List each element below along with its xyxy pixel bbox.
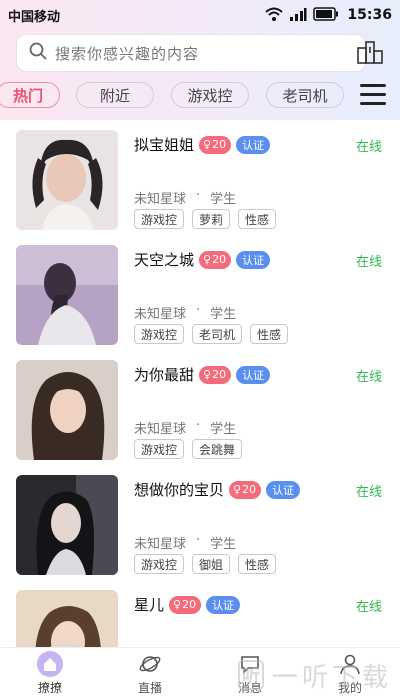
age-badge: ♀ 20: [169, 595, 202, 614]
age-value: 20: [212, 253, 227, 266]
female-icon: ♀: [173, 598, 182, 611]
age-value: 20: [212, 138, 227, 151]
female-icon: ♀: [203, 368, 212, 381]
verified-badge: 认证: [236, 250, 271, 269]
carrier-name: 中国移动: [8, 9, 61, 25]
menu-icon-line: [360, 93, 386, 96]
planet-icon: [137, 651, 163, 677]
interest-tag: 萝莉: [192, 209, 231, 229]
menu-button[interactable]: [360, 84, 386, 108]
age-badge: ♀ 20: [199, 365, 232, 384]
list-item[interactable]: 拟宝姐姐 ♀ 20 认证 在线 未知星球 · 学生 游戏控 萝莉 性感: [0, 130, 400, 234]
verified-badge: 认证: [206, 595, 241, 614]
interest-tag: 游戏控: [134, 439, 185, 459]
signal-icon: [289, 6, 307, 25]
location: 未知星球: [134, 537, 187, 552]
search-row: 搜索你感兴趣的内容: [0, 34, 400, 74]
avatar[interactable]: [16, 475, 118, 575]
meta-separator: ·: [196, 418, 201, 433]
meta-separator: ·: [196, 533, 201, 548]
interest-tag: 老司机: [192, 324, 243, 344]
list-item[interactable]: 星儿 ♀ 20 认证 在线: [0, 590, 400, 648]
tab-label: 热门: [12, 86, 43, 105]
home-icon: [37, 651, 63, 677]
avatar[interactable]: [16, 245, 118, 345]
search-input[interactable]: 搜索你感兴趣的内容: [16, 34, 366, 72]
age-badge: ♀ 20: [229, 480, 262, 499]
clock: 15:36: [347, 7, 392, 23]
avatar[interactable]: [16, 130, 118, 230]
status-bar: 中国移动 15:36: [0, 0, 400, 30]
interest-tag: 游戏控: [134, 324, 185, 344]
online-status: 在线: [355, 140, 382, 155]
nav-label: 撩撩: [37, 681, 62, 695]
interest-tag: 游戏控: [134, 554, 185, 574]
occupation: 学生: [210, 422, 237, 437]
menu-icon: [360, 84, 386, 87]
battery-icon: [313, 6, 339, 25]
nav-label: 直播: [137, 681, 162, 695]
female-icon: ♀: [203, 253, 212, 266]
ranking-button[interactable]: [354, 40, 386, 68]
interest-tag: 性感: [238, 554, 277, 574]
nav-live[interactable]: 直播: [100, 648, 200, 700]
user-name: 为你最甜: [134, 366, 195, 384]
watermark-logo: 听: [238, 660, 264, 690]
female-icon: ♀: [203, 138, 212, 151]
online-status: 在线: [355, 600, 382, 615]
tab-label: 附近: [99, 86, 130, 105]
meta-separator: ·: [196, 188, 201, 203]
online-status: 在线: [355, 485, 382, 500]
list-item[interactable]: 想做你的宝贝 ♀ 20 认证 在线 未知星球 · 学生 游戏控 御姐 性感: [0, 475, 400, 579]
age-badge: ♀ 20: [199, 250, 232, 269]
tab-label: 老司机: [282, 86, 328, 105]
tab-veteran[interactable]: 老司机: [266, 82, 344, 108]
user-name: 想做你的宝贝: [134, 481, 225, 499]
female-icon: ♀: [233, 483, 242, 496]
interest-tag: 游戏控: [134, 209, 185, 229]
user-name: 星儿: [134, 596, 165, 614]
occupation: 学生: [210, 537, 237, 552]
tab-nearby[interactable]: 附近: [76, 82, 154, 108]
tab-label: 游戏控: [187, 86, 233, 105]
online-status: 在线: [355, 255, 382, 270]
wifi-icon: [265, 6, 284, 25]
tab-hot[interactable]: 热门: [0, 82, 60, 108]
interest-tag: 会跳舞: [192, 439, 243, 459]
list-item[interactable]: 为你最甜 ♀ 20 认证 在线 未知星球 · 学生 游戏控 会跳舞: [0, 360, 400, 464]
category-tabs: 热门 附近 游戏控 老司机: [0, 82, 400, 112]
search-placeholder: 搜索你感兴趣的内容: [55, 44, 200, 63]
interest-tag: 性感: [238, 209, 277, 229]
occupation: 学生: [210, 192, 237, 207]
user-name: 拟宝姐姐: [134, 136, 195, 154]
location: 未知星球: [134, 307, 187, 322]
search-icon: [29, 42, 47, 64]
verified-badge: 认证: [236, 135, 271, 154]
watermark-text: 一听下载: [272, 662, 393, 693]
location: 未知星球: [134, 192, 187, 207]
avatar[interactable]: [16, 590, 118, 648]
nav-home[interactable]: 撩撩: [0, 648, 100, 700]
occupation: 学生: [210, 307, 237, 322]
meta-separator: ·: [196, 303, 201, 318]
menu-icon-line: [360, 102, 386, 105]
age-value: 20: [212, 368, 227, 381]
interest-tag: 性感: [250, 324, 289, 344]
ranking-icon: [356, 39, 384, 69]
avatar[interactable]: [16, 360, 118, 460]
location: 未知星球: [134, 422, 187, 437]
user-name: 天空之城: [134, 251, 195, 269]
age-value: 20: [242, 483, 257, 496]
tab-gamer[interactable]: 游戏控: [171, 82, 249, 108]
list-item[interactable]: 天空之城 ♀ 20 认证 在线 未知星球 · 学生 游戏控 老司机 性感: [0, 245, 400, 349]
verified-badge: 认证: [236, 365, 271, 384]
watermark: 听 一听下载: [238, 655, 398, 695]
age-badge: ♀ 20: [199, 135, 232, 154]
age-value: 20: [182, 598, 197, 611]
interest-tag: 御姐: [192, 554, 231, 574]
online-status: 在线: [355, 370, 382, 385]
verified-badge: 认证: [266, 480, 301, 499]
